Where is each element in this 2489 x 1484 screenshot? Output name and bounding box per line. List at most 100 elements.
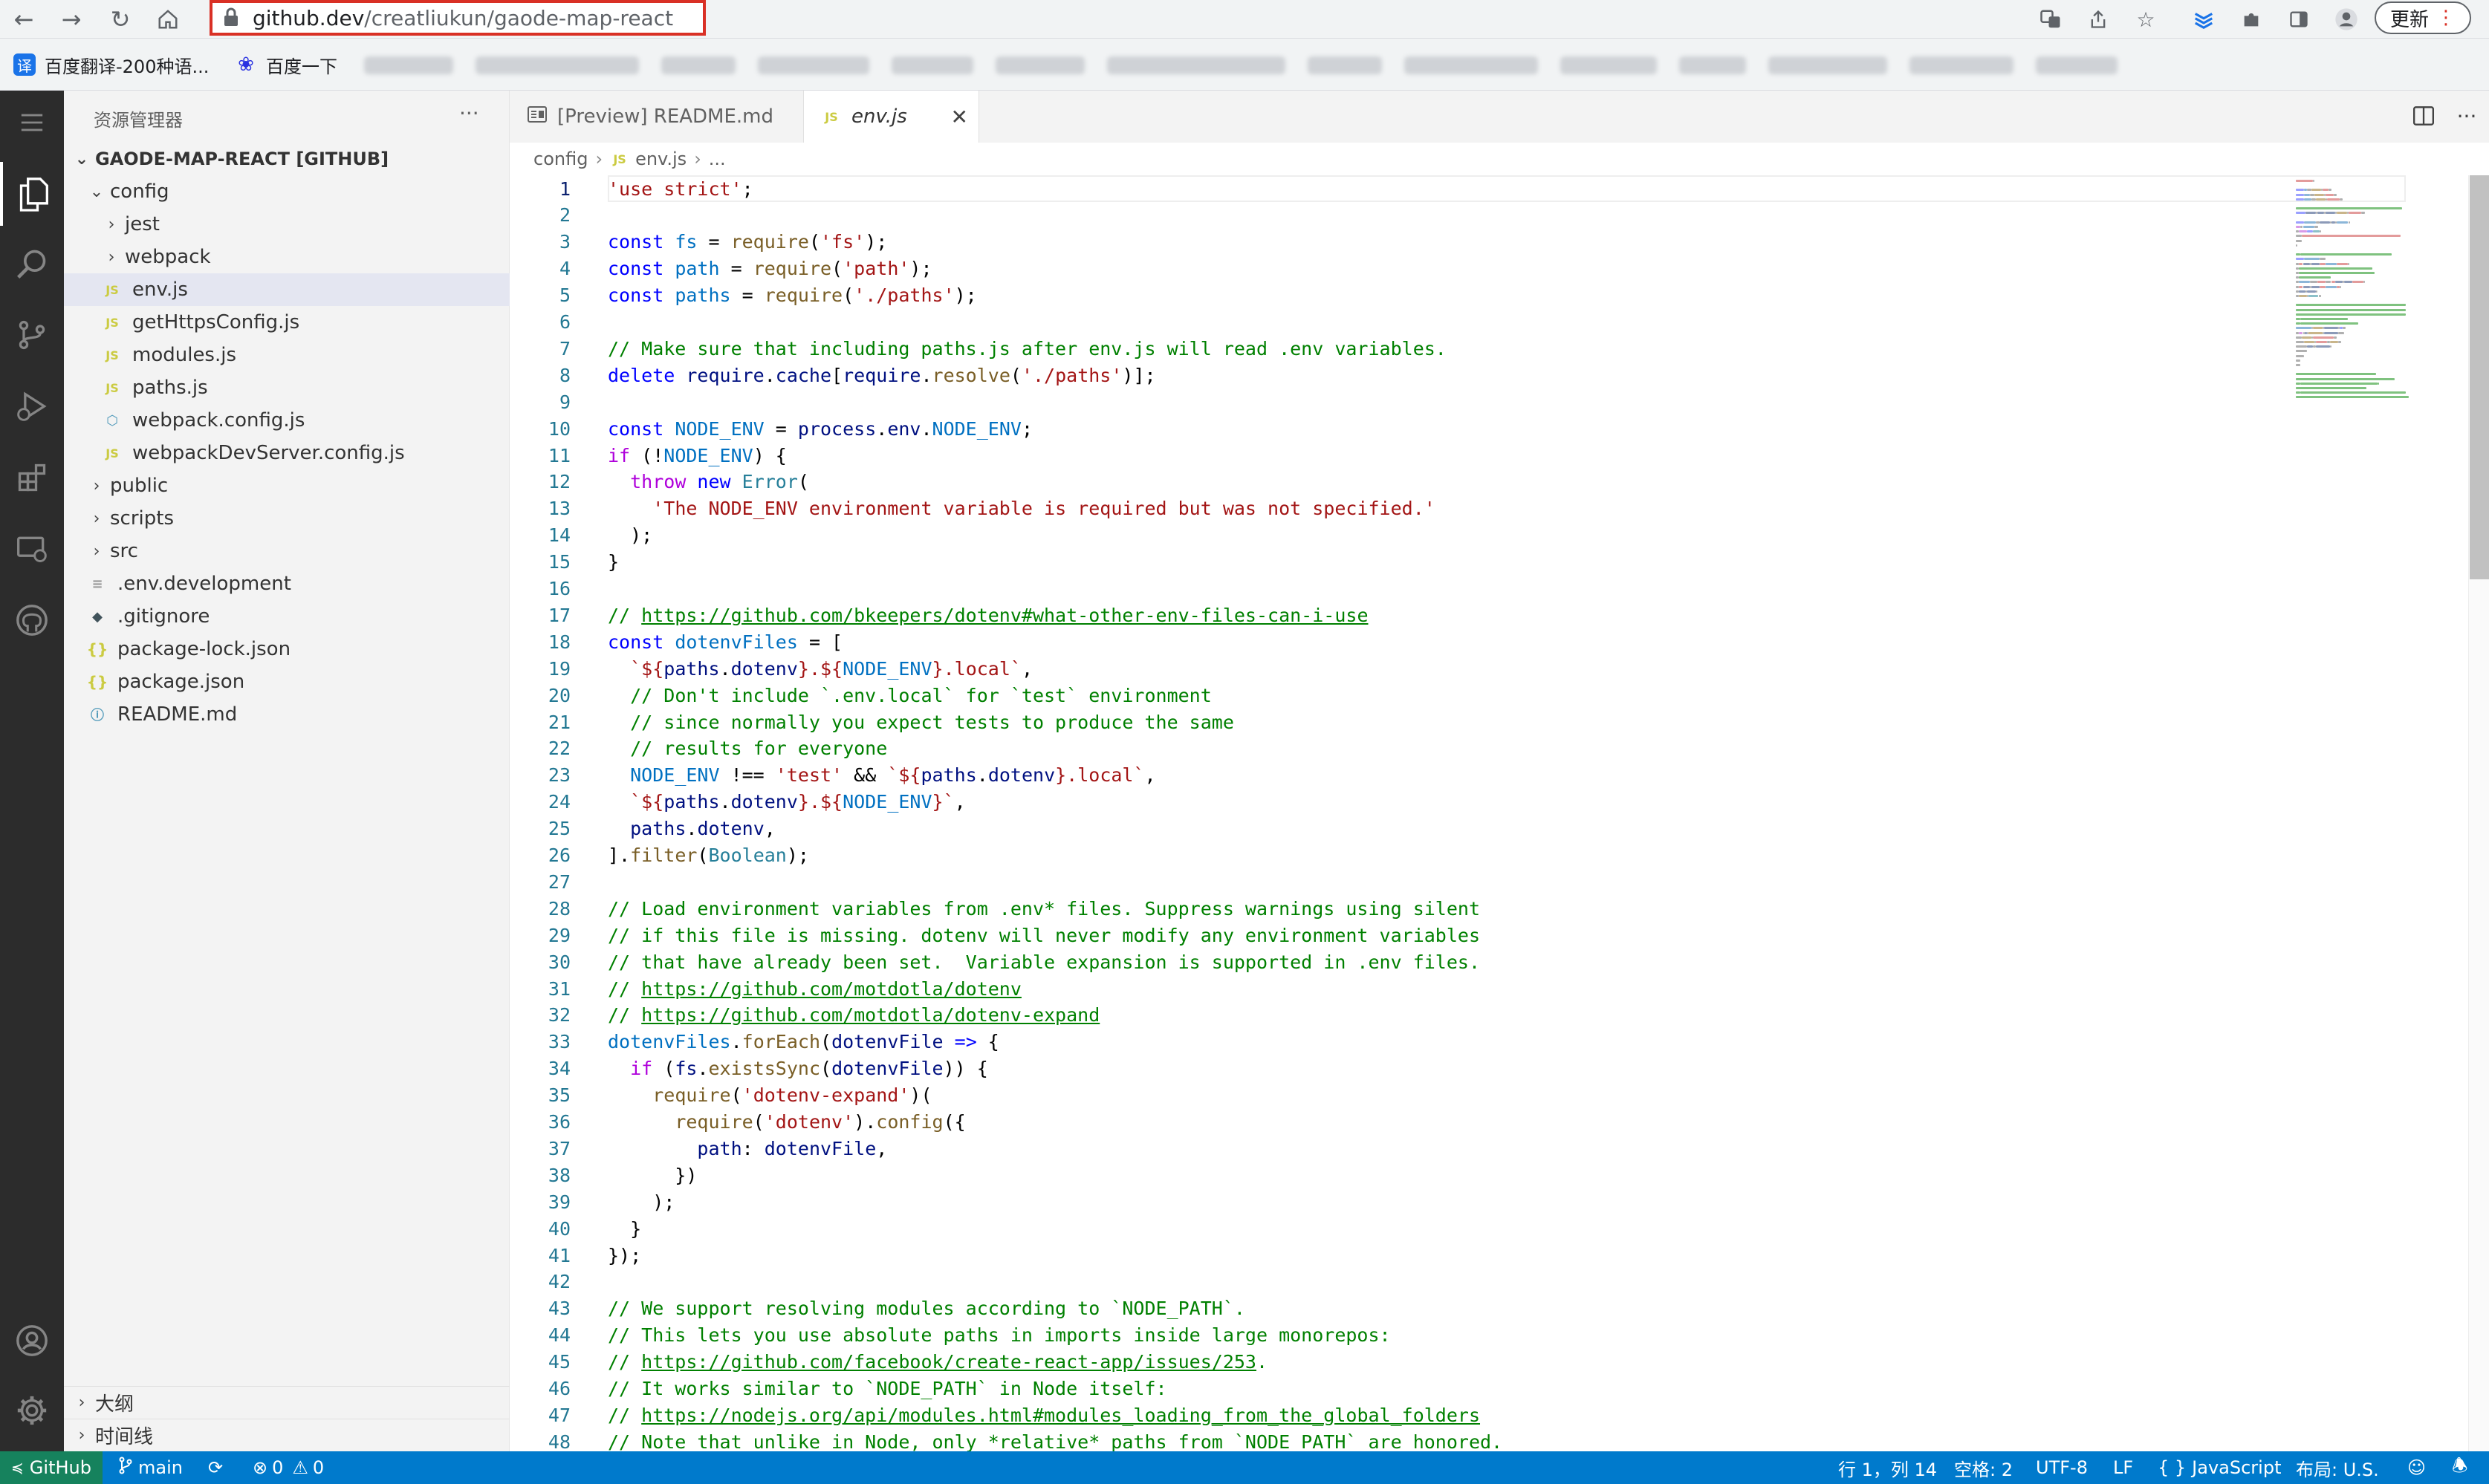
code-line[interactable]: 48 // Note that unlike in Node, only *rel…	[510, 1428, 2293, 1451]
code-line[interactable]: 13 'The NODE_ENV environment variable is…	[510, 495, 2293, 522]
tree-file-paths[interactable]: JS paths.js	[64, 371, 510, 404]
code-line[interactable]: 43 // We support resolving modules accord…	[510, 1295, 2293, 1322]
code-line[interactable]: 30 // that have already been set. Variabl…	[510, 948, 2293, 975]
remote-indicator[interactable]: ≼ GitHub	[0, 1451, 103, 1484]
code-line[interactable]: 16	[510, 576, 2293, 602]
github-icon[interactable]	[0, 588, 64, 652]
problems-indicator[interactable]: ⊗ 0 ⚠ 0	[253, 1451, 324, 1484]
code-line[interactable]: 2	[510, 202, 2293, 229]
tree-folder-config[interactable]: ⌄ config	[64, 175, 510, 208]
tree-file-readme[interactable]: ⓘ README.md	[64, 698, 510, 731]
blurred-bookmark[interactable]	[476, 56, 639, 74]
code-line[interactable]: 6	[510, 309, 2293, 336]
source-control-icon[interactable]	[0, 303, 64, 367]
close-icon[interactable]: ✕	[951, 105, 968, 129]
code-line[interactable]: 36 require('dotenv').config({	[510, 1109, 2293, 1136]
tree-folder-webpack[interactable]: › webpack	[64, 241, 510, 273]
breadcrumb-item-config[interactable]: config	[533, 149, 588, 169]
tab-readme-preview[interactable]: [Preview] README.md	[510, 91, 804, 143]
explorer-icon[interactable]	[0, 162, 64, 226]
code-line[interactable]: 19 `${paths.dotenv}.${NODE_ENV}.local`,	[510, 655, 2293, 682]
home-icon[interactable]	[152, 3, 184, 36]
profile-icon[interactable]	[2330, 3, 2363, 36]
blurred-bookmark[interactable]	[661, 56, 736, 74]
cursor-position[interactable]: 行 1，列 14	[1838, 1451, 1937, 1484]
code-line[interactable]: 41});	[510, 1242, 2293, 1269]
tab-env-js[interactable]: JS env.js ✕	[804, 91, 979, 143]
code-line[interactable]: 22 // results for everyone	[510, 735, 2293, 762]
code-line[interactable]: 20 // Don't include `.env.local` for `te…	[510, 682, 2293, 709]
code-line[interactable]: 10 const NODE_ENV = process.env.NODE_ENV;	[510, 415, 2293, 442]
menu-icon[interactable]	[0, 91, 64, 154]
language-mode[interactable]: { } JavaScript	[2158, 1451, 2281, 1484]
extension-stack-icon[interactable]	[2187, 3, 2220, 36]
code-line[interactable]: 4 const path = require('path');	[510, 256, 2293, 282]
reload-icon[interactable]: ↻	[104, 3, 137, 36]
manage-gear-icon[interactable]	[0, 1379, 64, 1442]
blurred-bookmark[interactable]	[1679, 56, 1746, 74]
code-line[interactable]: 15}	[510, 549, 2293, 576]
code-line[interactable]: 40 }	[510, 1215, 2293, 1242]
sync-icon[interactable]: ⟳	[208, 1451, 223, 1484]
account-icon[interactable]	[0, 1309, 64, 1373]
blurred-bookmark[interactable]	[1107, 56, 1285, 74]
outline-section[interactable]: › 大纲	[64, 1386, 510, 1419]
code-editor[interactable]: 1'use strict'; 2 3 const fs = require('fs')…	[510, 175, 2464, 1451]
code-line[interactable]: 11 if (!NODE_ENV) {	[510, 442, 2293, 469]
indentation[interactable]: 空格: 2	[1954, 1451, 2013, 1484]
update-button[interactable]: 更新 ⋮	[2375, 1, 2471, 34]
blurred-bookmark[interactable]	[1560, 56, 1657, 74]
code-line[interactable]: 38 })	[510, 1162, 2293, 1188]
code-line[interactable]: 18 const dotenvFiles = [	[510, 628, 2293, 655]
feedback-icon[interactable]: ☺	[2407, 1451, 2426, 1484]
code-line[interactable]: 26].filter(Boolean);	[510, 842, 2293, 869]
code-line[interactable]: 37 path: dotenvFile,	[510, 1135, 2293, 1162]
tree-file-env-js[interactable]: JS env.js	[64, 273, 510, 306]
address-bar[interactable]: github.dev/creatliukun/gaode-map-react	[210, 0, 706, 36]
tree-file-gitignore[interactable]: ◆ .gitignore	[64, 600, 510, 633]
code-line[interactable]: 3 const fs = require('fs');	[510, 229, 2293, 256]
split-editor-icon[interactable]	[2407, 100, 2440, 132]
code-line[interactable]: 31 // https://github.com/motdotla/dotenv	[510, 975, 2293, 1002]
star-icon[interactable]: ☆	[2129, 3, 2162, 36]
breadcrumb-item-file[interactable]: env.js	[635, 149, 687, 169]
code-line[interactable]: 35 require('dotenv-expand')(	[510, 1082, 2293, 1109]
code-line[interactable]: 46 // It works similar to `NODE_PATH` in …	[510, 1376, 2293, 1402]
keyboard-layout[interactable]: 布局: U.S.	[2296, 1451, 2379, 1484]
blurred-bookmark[interactable]	[364, 56, 453, 74]
code-line[interactable]: 29 // if this file is missing. dotenv wil…	[510, 922, 2293, 948]
extensions-icon[interactable]	[0, 446, 64, 510]
more-editor-actions-icon[interactable]: ···	[2450, 100, 2483, 132]
code-line[interactable]: 12 throw new Error(	[510, 469, 2293, 495]
code-line[interactable]: 24 `${paths.dotenv}.${NODE_ENV}`,	[510, 789, 2293, 816]
remote-explorer-icon[interactable]	[0, 517, 64, 581]
back-icon[interactable]: ←	[7, 3, 40, 36]
code-line[interactable]: 28 // Load environment variables from .en…	[510, 895, 2293, 922]
code-line[interactable]: 39 );	[510, 1188, 2293, 1215]
end-of-line[interactable]: LF	[2113, 1451, 2133, 1484]
tree-file-package-lock[interactable]: {} package-lock.json	[64, 633, 510, 665]
search-icon[interactable]	[0, 232, 64, 296]
blurred-bookmark[interactable]	[1404, 56, 1538, 74]
code-line[interactable]: 25 paths.dotenv,	[510, 816, 2293, 842]
tree-file-package-json[interactable]: {} package.json	[64, 665, 510, 698]
bookmark-baidu-translate[interactable]: 译 百度翻译-200种语...	[13, 52, 209, 77]
blurred-bookmark[interactable]	[996, 56, 1085, 74]
code-line[interactable]: 7 // Make sure that including paths.js af…	[510, 335, 2293, 362]
code-line[interactable]: 44 // This lets you use absolute paths in…	[510, 1322, 2293, 1349]
tree-file-webpackdevserver[interactable]: JS webpackDevServer.config.js	[64, 437, 510, 469]
code-line[interactable]: 17 // https://github.com/bkeepers/dotenv#…	[510, 602, 2293, 628]
tree-file-gethttpsconfig[interactable]: JS getHttpsConfig.js	[64, 306, 510, 339]
code-line[interactable]: 34 if (fs.existsSync(dotenvFile)) {	[510, 1055, 2293, 1082]
run-debug-icon[interactable]	[0, 374, 64, 438]
blurred-bookmark[interactable]	[758, 56, 869, 74]
code-line[interactable]: 42	[510, 1269, 2293, 1295]
tree-file-env-development[interactable]: ≡ .env.development	[64, 567, 510, 600]
notifications-bell-icon[interactable]: 🕭	[2452, 1451, 2467, 1484]
encoding[interactable]: UTF-8	[2036, 1451, 2088, 1484]
scrollbar-thumb[interactable]	[2470, 175, 2489, 579]
code-line[interactable]: 23 NODE_ENV !== 'test' && `${paths.doten…	[510, 762, 2293, 789]
code-line[interactable]: 21 // since normally you expect tests to…	[510, 709, 2293, 735]
code-line[interactable]: 47 // https://nodejs.org/api/modules.html…	[510, 1402, 2293, 1428]
minimap[interactable]	[2293, 175, 2471, 487]
